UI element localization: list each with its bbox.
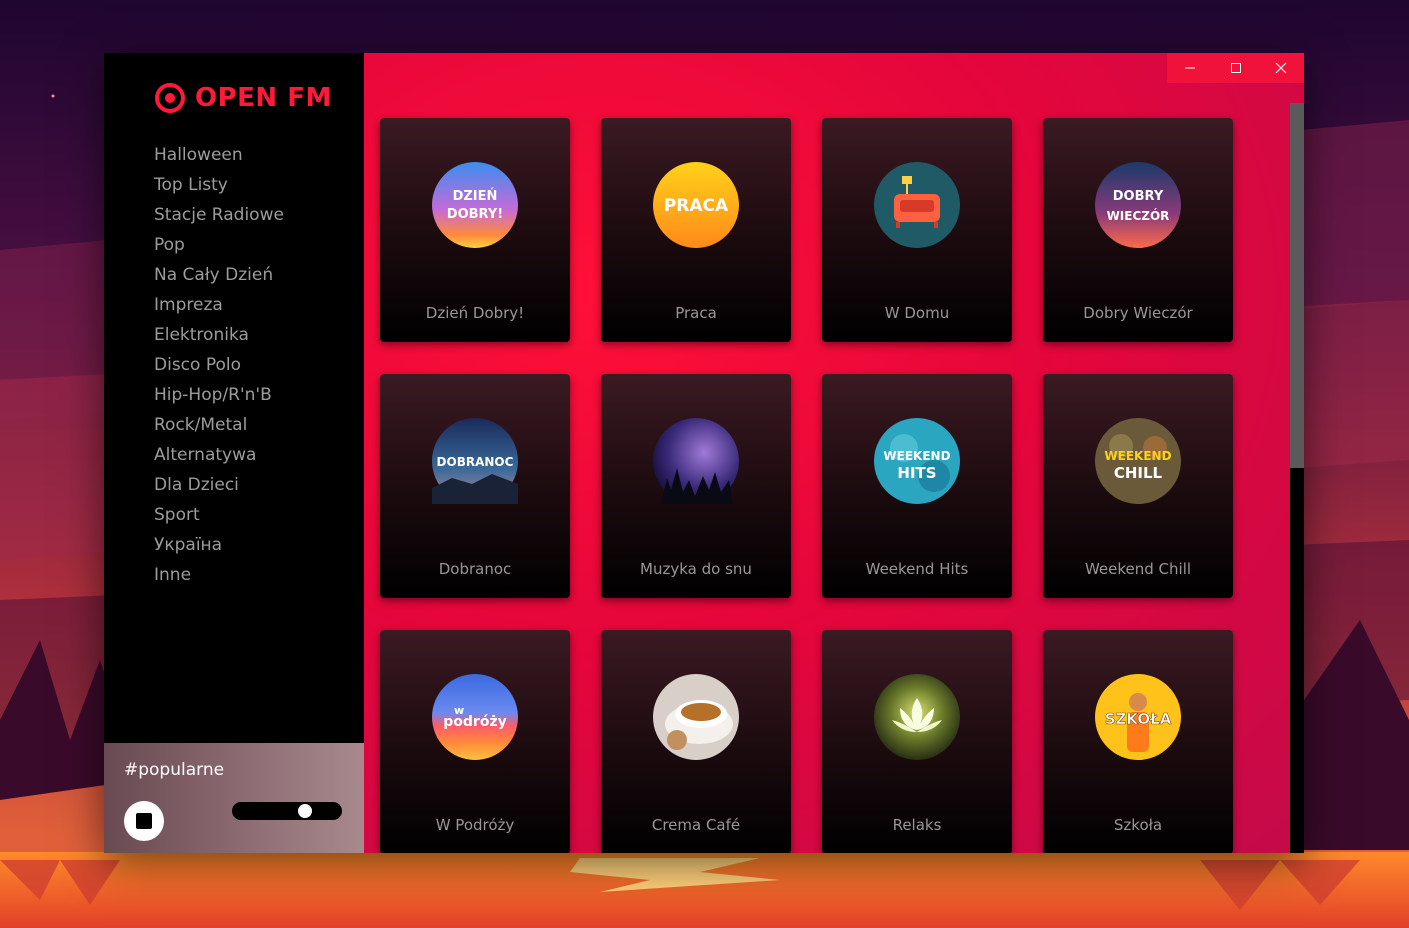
minimize-icon	[1184, 67, 1195, 69]
station-card-muzyka-do-snu[interactable]: Muzyka do snu	[601, 374, 791, 598]
volume-slider-handle[interactable]	[298, 804, 313, 818]
maximize-button[interactable]	[1213, 53, 1259, 83]
sidebar-item-halloween[interactable]: Halloween	[154, 140, 284, 170]
coffee-cup-icon	[653, 674, 739, 760]
station-card-w-podrozy[interactable]: w podróży W Podróży	[380, 630, 570, 853]
sidebar-item-hip-hop[interactable]: Hip-Hop/R'n'B	[154, 380, 284, 410]
w-podrozy-badge-line-2: podróży	[443, 714, 506, 730]
station-name: Dobranoc	[438, 560, 512, 578]
w-podrozy-thumbnail-icon: w podróży	[432, 674, 518, 760]
stop-button[interactable]	[124, 801, 164, 841]
vertical-scrollbar[interactable]	[1290, 103, 1304, 853]
minimize-button[interactable]	[1167, 53, 1213, 83]
station-name: Relaks	[892, 816, 942, 834]
station-card-praca[interactable]: PRACA Praca	[601, 118, 791, 342]
night-sky-icon	[653, 418, 739, 504]
station-name: Weekend Chill	[1084, 560, 1192, 578]
sidebar-item-pop[interactable]: Pop	[154, 230, 284, 260]
sidebar-item-disco-polo[interactable]: Disco Polo	[154, 350, 284, 380]
weekend-chill-badge-line-1: WEEKEND	[1104, 449, 1171, 463]
dobry-wieczor-badge-line-1: DOBRY	[1113, 189, 1164, 204]
dobry-wieczor-badge-line-2: WIECZÓR	[1107, 208, 1170, 223]
logo-text: OPEN FM	[195, 83, 332, 113]
praca-badge: PRACA	[664, 196, 729, 216]
close-icon	[1275, 62, 1287, 74]
dobry-wieczor-thumbnail-icon: DOBRY WIECZÓR	[1095, 162, 1181, 248]
dobranoc-badge: DOBRANOC	[437, 455, 514, 469]
weekend-hits-badge-line-1: WEEKEND	[883, 449, 950, 463]
station-card-relaks[interactable]: Relaks	[822, 630, 1012, 853]
sidebar-item-ukraina[interactable]: Україна	[154, 530, 284, 560]
station-name: Weekend Hits	[865, 560, 969, 578]
now-playing-station: #popularne	[124, 760, 225, 780]
weekend-chill-badge-line-2: CHILL	[1114, 464, 1163, 482]
sidebar-item-stacje-radiowe[interactable]: Stacje Radiowe	[154, 200, 284, 230]
sidebar-item-rock-metal[interactable]: Rock/Metal	[154, 410, 284, 440]
open-fm-logo-icon	[155, 83, 185, 113]
station-card-dzien-dobry[interactable]: DZIEŃ DOBRY! Dzień Dobry!	[380, 118, 570, 342]
station-card-dobry-wieczor[interactable]: DOBRY WIECZÓR Dobry Wieczór	[1043, 118, 1233, 342]
station-name: Crema Café	[651, 816, 741, 834]
stop-icon	[136, 813, 152, 829]
station-name: Dobry Wieczór	[1083, 304, 1193, 322]
weekend-hits-thumbnail-icon: WEEKEND HITS	[874, 418, 960, 504]
sidebar-item-impreza[interactable]: Impreza	[154, 290, 284, 320]
now-playing-bar: #popularne	[104, 743, 364, 853]
dzien-dobry-thumbnail-icon: DZIEŃ DOBRY!	[432, 162, 518, 248]
weekend-chill-thumbnail-icon: WEEKEND CHILL	[1095, 418, 1181, 504]
station-grid-area: DZIEŃ DOBRY! Dzień Dobry! PRACA Praca W …	[364, 53, 1304, 853]
sidebar-item-elektronika[interactable]: Elektronika	[154, 320, 284, 350]
station-card-weekend-hits[interactable]: WEEKEND HITS Weekend Hits	[822, 374, 1012, 598]
dzien-dobry-badge-line-1: DZIEŃ	[453, 188, 498, 204]
maximize-icon	[1230, 63, 1241, 73]
sidebar-item-na-caly-dzien[interactable]: Na Cały Dzień	[154, 260, 284, 290]
close-button[interactable]	[1258, 53, 1304, 83]
sidebar-item-top-listy[interactable]: Top Listy	[154, 170, 284, 200]
volume-slider[interactable]	[232, 802, 342, 820]
szkola-thumbnail-icon: SZKOŁA	[1095, 674, 1181, 760]
station-card-dobranoc[interactable]: DOBRANOC Dobranoc	[380, 374, 570, 598]
station-name: Szkoła	[1113, 816, 1163, 834]
sidebar-item-inne[interactable]: Inne	[154, 560, 284, 590]
logo: OPEN FM	[154, 82, 332, 114]
sidebar-item-dla-dzieci[interactable]: Dla Dzieci	[154, 470, 284, 500]
window-controls	[1167, 53, 1304, 83]
station-name: Praca	[675, 304, 717, 322]
szkola-badge: SZKOŁA	[1105, 710, 1172, 728]
station-name: Dzień Dobry!	[425, 304, 525, 322]
station-card-w-domu[interactable]: W Domu	[822, 118, 1012, 342]
sidebar: OPEN FM Halloween Top Listy Stacje Radio…	[104, 53, 364, 853]
station-card-crema-cafe[interactable]: Crema Café	[601, 630, 791, 853]
station-name: W Domu	[884, 304, 950, 322]
praca-thumbnail-icon: PRACA	[653, 162, 739, 248]
lotus-icon	[874, 674, 960, 760]
weekend-hits-badge-line-2: HITS	[897, 464, 936, 482]
station-card-szkola[interactable]: SZKOŁA Szkoła	[1043, 630, 1233, 853]
station-name: W Podróży	[435, 816, 515, 834]
sidebar-item-alternatywa[interactable]: Alternatywa	[154, 440, 284, 470]
station-card-weekend-chill[interactable]: WEEKEND CHILL Weekend Chill	[1043, 374, 1233, 598]
armchair-lamp-icon	[874, 162, 960, 248]
dobranoc-thumbnail-icon: DOBRANOC	[432, 418, 518, 504]
sidebar-item-sport[interactable]: Sport	[154, 500, 284, 530]
category-nav: Halloween Top Listy Stacje Radiowe Pop N…	[154, 140, 284, 590]
app-window: OPEN FM Halloween Top Listy Stacje Radio…	[104, 53, 1304, 853]
station-name: Muzyka do snu	[640, 560, 752, 578]
scrollbar-thumb[interactable]	[1290, 103, 1304, 468]
dzien-dobry-badge-line-2: DOBRY!	[447, 207, 503, 222]
